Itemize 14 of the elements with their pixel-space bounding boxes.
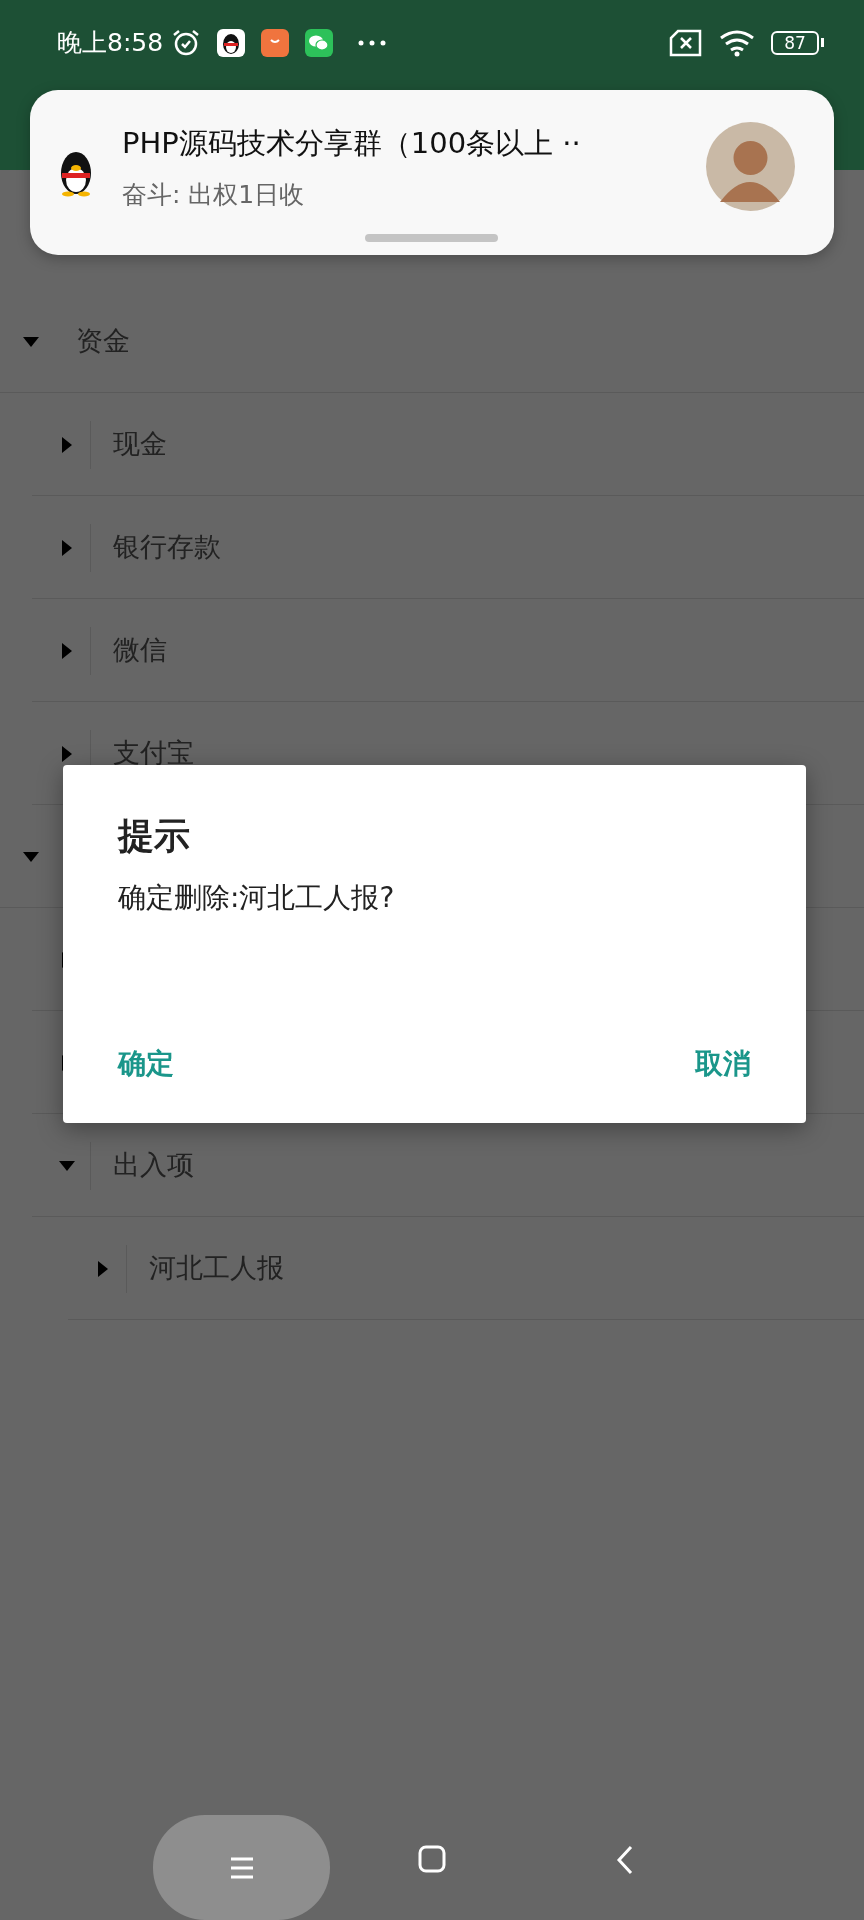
notification-card[interactable]: PHP源码技术分享群（100条以上 ·· 奋斗: 出权1日收 <box>30 90 834 255</box>
dialog-button[interactable]: 确定 <box>106 1035 186 1093</box>
tree-item[interactable]: 出入项 <box>113 1145 194 1186</box>
dialog-button[interactable]: 取消 <box>683 1035 763 1093</box>
tree-item[interactable]: 银行存款 <box>113 527 221 568</box>
tree-item[interactable]: 微信 <box>113 630 167 671</box>
clock-time: 晚上8:58 <box>57 26 164 59</box>
tree-item[interactable]: 资金 <box>76 321 130 362</box>
tree-item[interactable]: 现金 <box>113 424 167 465</box>
notification-text: 奋斗: 出权1日收 <box>122 178 306 211</box>
dialog-message: 确定删除:河北工人报? <box>118 880 396 916</box>
notification-title: PHP源码技术分享群（100条以上 ·· <box>122 125 581 162</box>
dialog-title: 提示 <box>118 814 191 858</box>
tree-item[interactable]: 河北工人报 <box>149 1248 284 1289</box>
